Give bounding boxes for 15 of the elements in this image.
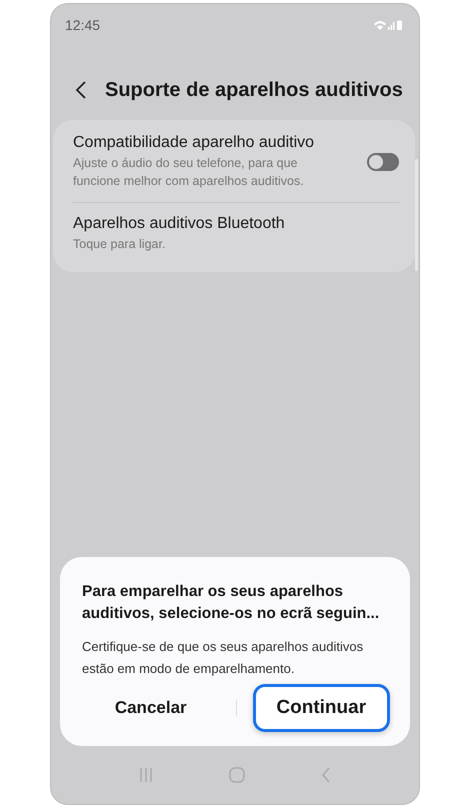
page-title: Suporte de aparelhos auditivos	[105, 78, 403, 102]
setting-title[interactable]: Compatibilidade aparelho auditivo	[73, 134, 347, 152]
dialog-button[interactable]: Continuar	[252, 684, 390, 732]
setting-description: Ajuste o áudio do seu telefone, para que funcione melhor com aparelhos auditivos.	[73, 155, 305, 190]
recent-apps-icon[interactable]	[139, 767, 153, 783]
dialog-title: Para emparelhar os seus aparelhos auditivos, selecione-os no ecrã seguin...	[82, 582, 380, 624]
back-icon[interactable]	[75, 80, 87, 100]
toggle-switch[interactable]	[367, 153, 399, 171]
home-icon[interactable]	[229, 767, 245, 783]
status-time: 12:45	[65, 17, 100, 33]
dialog-button[interactable]: Cancelar	[82, 685, 220, 731]
dialog-message: Certifique-se de que os seus aparelhos auditivos estão em modo de emparelhamento.	[82, 638, 364, 678]
status-icons	[373, 19, 403, 31]
setting-description: Toque para ligar.	[73, 236, 166, 253]
setting-title[interactable]: Aparelhos auditivos Bluetooth	[73, 215, 399, 233]
